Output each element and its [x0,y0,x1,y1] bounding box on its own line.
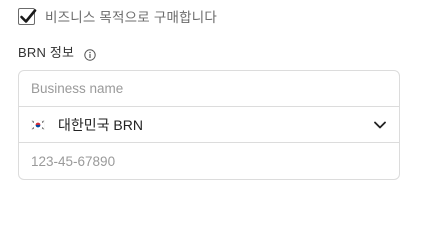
brn-section-header: BRN 정보 [18,42,96,61]
brn-info-card: Business name 대한민국 BRN 123-45-67890 [18,70,400,180]
brn-number-placeholder[interactable]: 123-45-67890 [31,154,115,169]
south-korea-flag-icon [31,119,45,130]
business-purpose-checkbox[interactable] [18,7,37,25]
business-name-placeholder[interactable]: Business name [31,81,123,96]
business-name-input[interactable]: Business name [19,71,399,107]
brn-section-label: BRN 정보 [18,45,75,60]
country-select-value[interactable]: 대한민국 BRN [58,115,373,135]
country-brn-select[interactable]: 대한민국 BRN [19,107,399,143]
chevron-down-icon[interactable] [373,118,387,132]
business-purpose-checkbox-row[interactable]: 비즈니스 목적으로 구매합니다 [18,5,217,27]
checkmark-icon [20,8,37,23]
business-purpose-label[interactable]: 비즈니스 목적으로 구매합니다 [45,6,217,26]
brn-form: 비즈니스 목적으로 구매합니다 BRN 정보 Business name 대한민… [0,0,428,210]
brn-number-input[interactable]: 123-45-67890 [19,143,399,179]
info-icon[interactable] [84,48,96,61]
